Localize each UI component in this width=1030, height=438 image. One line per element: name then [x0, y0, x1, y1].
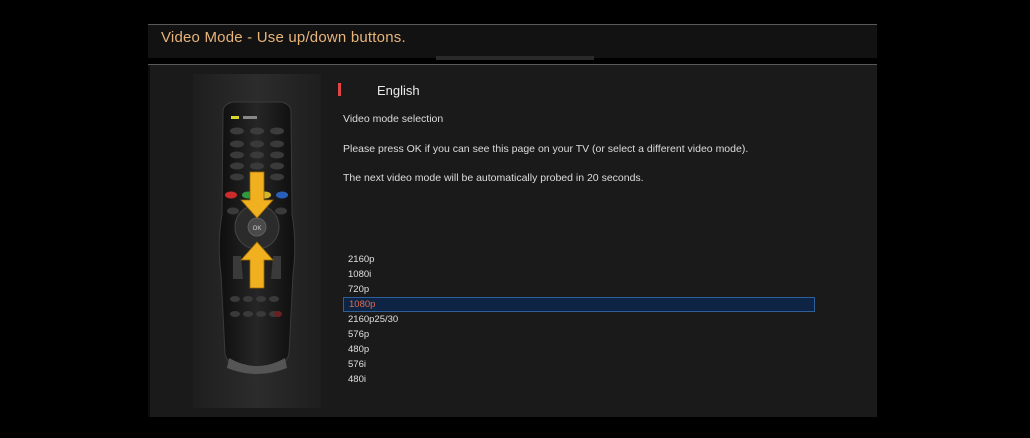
video-mode-option[interactable]: 480i	[343, 372, 815, 387]
video-mode-option[interactable]: 576i	[343, 357, 815, 372]
video-mode-option[interactable]: 1080i	[343, 267, 815, 282]
page-title: Video Mode - Use up/down buttons.	[161, 29, 406, 46]
title-tab-indicator	[436, 56, 594, 60]
svg-text:OK: OK	[253, 226, 262, 232]
video-mode-option[interactable]: 576p	[343, 327, 815, 342]
video-mode-option[interactable]: 1080p	[343, 297, 815, 312]
countdown-text: The next video mode will be automaticall…	[343, 172, 644, 184]
video-mode-option[interactable]: 2160p25/30	[343, 312, 815, 327]
remote-control-image: OK	[193, 74, 321, 408]
instruction-text: Please press OK if you can see this page…	[343, 143, 749, 155]
title-bar: Video Mode - Use up/down buttons.	[148, 24, 877, 60]
video-mode-option[interactable]: 2160p	[343, 252, 815, 267]
remote-control-icon: OK	[218, 101, 296, 374]
video-mode-option[interactable]: 480p	[343, 342, 815, 357]
language-marker	[338, 83, 341, 96]
language-selector[interactable]: English	[377, 83, 420, 98]
section-heading: Video mode selection	[343, 113, 444, 125]
main-panel: OK English Video mode selection Please p…	[148, 64, 877, 417]
panel-edge	[148, 65, 150, 417]
video-mode-option[interactable]: 720p	[343, 282, 815, 297]
video-mode-list[interactable]: 2160p 1080i 720p 1080p 2160p25/30 576p 480p 576…	[343, 252, 815, 387]
